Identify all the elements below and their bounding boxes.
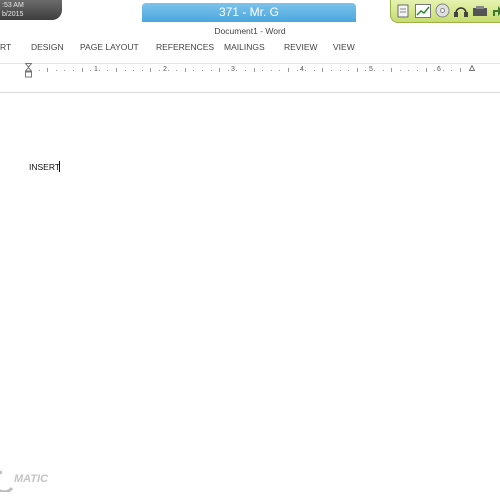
ruler-tick (142, 70, 143, 71)
disc-icon[interactable] (434, 3, 450, 18)
ruler-tick (202, 70, 203, 71)
tab-page-layout[interactable]: PAGE LAYOUT (80, 42, 139, 52)
ruler-number: 2 (163, 66, 167, 73)
ruler-tick (279, 70, 280, 71)
document-page[interactable] (0, 92, 500, 501)
ruler-tick (262, 70, 263, 71)
ruler-tick (357, 68, 358, 72)
ruler-tick (374, 70, 375, 71)
ruler-tick (434, 70, 435, 71)
indent-marker-icon[interactable] (25, 63, 32, 79)
ruler-tick (400, 70, 401, 71)
ruler-tick (64, 70, 65, 71)
ruler-tick (90, 70, 91, 71)
ruler-tick (391, 68, 392, 72)
clock-widget: :53 AM b/2015 (0, 0, 62, 20)
ruler-tick (443, 70, 444, 71)
ruler-tick (185, 68, 186, 72)
ruler-tick (426, 68, 427, 72)
tab-review[interactable]: REVIEW (284, 42, 318, 52)
ruler-tick (245, 70, 246, 71)
ruler-tick (314, 70, 315, 71)
ruler-tick (99, 70, 100, 71)
ruler-number: 5 (369, 66, 373, 73)
recorder-title[interactable]: 371 - Mr. G (142, 3, 356, 22)
ruler-tick (348, 70, 349, 71)
ruler-tick (125, 70, 126, 71)
ruler-tick (417, 70, 418, 71)
ruler-tick (107, 70, 108, 71)
ruler-number: 1 (94, 66, 98, 73)
body-text-value: INSERT (29, 162, 61, 172)
clock-time: :53 AM (2, 2, 24, 9)
ruler-tick (47, 68, 48, 72)
watermark-logo: MATIC (0, 468, 60, 494)
ruler-tick (39, 70, 40, 71)
ruler-number: 4 (300, 66, 304, 73)
ruler-tick (219, 68, 220, 72)
clock-date: b/2015 (2, 11, 24, 18)
tab-view[interactable]: VIEW (333, 42, 355, 52)
ruler-tick (211, 70, 212, 71)
ruler-tick (460, 68, 461, 72)
ruler-tick (305, 70, 306, 71)
ruler-tick (193, 70, 194, 71)
ruler-tick (331, 70, 332, 71)
ruler-tick (56, 70, 57, 71)
ruler-tick (297, 70, 298, 71)
ruler-number: 6 (437, 66, 441, 73)
ruler-tick (288, 68, 289, 72)
ruler-tick (271, 70, 272, 71)
text-cursor (59, 161, 61, 172)
ruler-tick (236, 70, 237, 71)
tools-icon[interactable] (472, 3, 488, 18)
tab-design[interactable]: DESIGN (31, 42, 64, 52)
recorder-bar: :53 AM b/2015 371 - Mr. G (0, 0, 500, 23)
ribbon-tabs: RT DESIGN PAGE LAYOUT REFERENCES MAILING… (0, 42, 500, 56)
ruler-tick (133, 70, 134, 71)
ruler-tick (322, 68, 323, 72)
ruler-tick (176, 70, 177, 71)
ruler-tick (168, 70, 169, 71)
right-indent-marker-icon[interactable] (469, 65, 475, 71)
ruler-tick (73, 70, 74, 71)
recorder-tray (390, 0, 500, 23)
ruler-tick (365, 70, 366, 71)
ruler-tick (116, 68, 117, 72)
note-icon[interactable] (395, 3, 411, 18)
ruler-tick (383, 70, 384, 71)
ruler-number: 3 (231, 66, 235, 73)
watermark-text: MATIC (14, 473, 49, 485)
ruler-tick (451, 70, 452, 71)
tab-references[interactable]: REFERENCES (156, 42, 214, 52)
headset-icon[interactable] (453, 3, 469, 18)
ruler-tick (228, 70, 229, 71)
ruler-tick (254, 68, 255, 72)
ruler-tick (82, 68, 83, 72)
ruler-tick (408, 70, 409, 71)
arrow-icon[interactable] (490, 3, 500, 18)
chart-icon[interactable] (415, 3, 431, 18)
document-body-text[interactable]: INSERT (29, 161, 61, 172)
ruler-tick (340, 70, 341, 71)
tab-mailings[interactable]: MAILINGS (224, 42, 265, 52)
document-title: Document1 - Word (214, 26, 286, 36)
ruler-tick (150, 68, 151, 72)
ruler-tick (159, 70, 160, 71)
tab-insert[interactable]: RT (0, 42, 11, 52)
horizontal-ruler[interactable]: 1 2 3 4 5 6 (0, 63, 500, 77)
